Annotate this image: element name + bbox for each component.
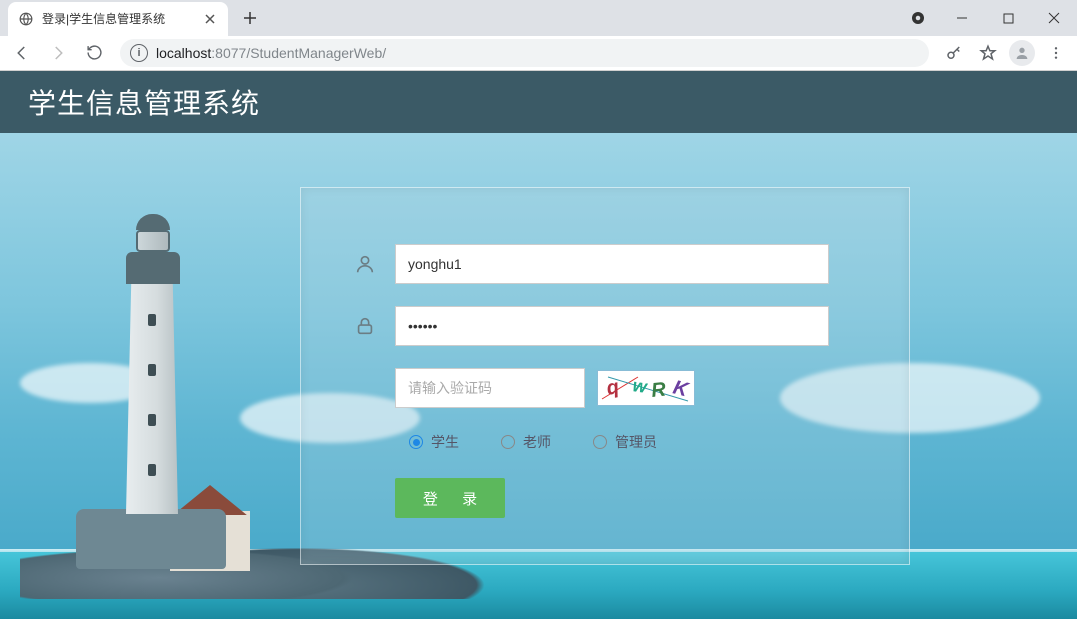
kebab-menu-icon[interactable]: [1041, 38, 1071, 68]
reload-button[interactable]: [78, 37, 110, 69]
tab-strip: 登录|学生信息管理系统: [0, 0, 1077, 36]
svg-text:R: R: [650, 379, 667, 402]
globe-icon: [18, 11, 34, 27]
maximize-button[interactable]: [985, 3, 1031, 33]
browser-chrome: 登录|学生信息管理系统: [0, 0, 1077, 71]
profile-avatar[interactable]: [1007, 38, 1037, 68]
new-tab-button[interactable]: [236, 4, 264, 32]
back-button[interactable]: [6, 37, 38, 69]
role-radio-group: 学生 老师 管理员: [409, 432, 829, 452]
url-port: :8077: [211, 45, 246, 61]
hero-background: q w R K 学生 老师 管理员: [0, 133, 1077, 619]
toolbar: i localhost:8077/StudentManagerWeb/: [0, 36, 1077, 71]
role-student[interactable]: 学生: [409, 432, 459, 452]
bookmark-star-icon[interactable]: [973, 38, 1003, 68]
browser-tab[interactable]: 登录|学生信息管理系统: [8, 2, 228, 36]
minimize-button[interactable]: [939, 3, 985, 33]
svg-text:w: w: [631, 375, 649, 397]
svg-text:K: K: [671, 377, 692, 402]
password-input[interactable]: [395, 306, 829, 346]
radio-icon: [501, 435, 515, 449]
page-viewport: 学生信息管理系统: [0, 71, 1077, 619]
site-info-icon[interactable]: i: [130, 44, 148, 62]
role-label: 老师: [523, 432, 551, 452]
radio-icon: [593, 435, 607, 449]
radio-icon: [409, 435, 423, 449]
window-controls: [903, 0, 1077, 36]
tab-title: 登录|学生信息管理系统: [42, 10, 165, 27]
username-input[interactable]: [395, 244, 829, 284]
login-panel: q w R K 学生 老师 管理员: [300, 187, 910, 565]
address-bar[interactable]: i localhost:8077/StudentManagerWeb/: [120, 39, 929, 67]
close-tab-icon[interactable]: [202, 11, 218, 27]
incognito-icon: [903, 3, 933, 33]
app-title: 学生信息管理系统: [28, 82, 260, 122]
role-label: 管理员: [615, 432, 657, 452]
url-path: /StudentManagerWeb/: [246, 45, 386, 61]
role-label: 学生: [431, 432, 459, 452]
user-icon: [353, 252, 377, 276]
url-host: localhost: [156, 45, 211, 61]
captcha-image[interactable]: q w R K: [597, 370, 695, 406]
password-key-icon[interactable]: [939, 38, 969, 68]
captcha-input[interactable]: [395, 368, 585, 408]
role-teacher[interactable]: 老师: [501, 432, 551, 452]
forward-button[interactable]: [42, 37, 74, 69]
role-admin[interactable]: 管理员: [593, 432, 657, 452]
lock-icon: [353, 314, 377, 338]
app-header: 学生信息管理系统: [0, 71, 1077, 133]
login-button[interactable]: 登 录: [395, 478, 505, 518]
close-window-button[interactable]: [1031, 3, 1077, 33]
lighthouse-illustration: [96, 229, 206, 569]
